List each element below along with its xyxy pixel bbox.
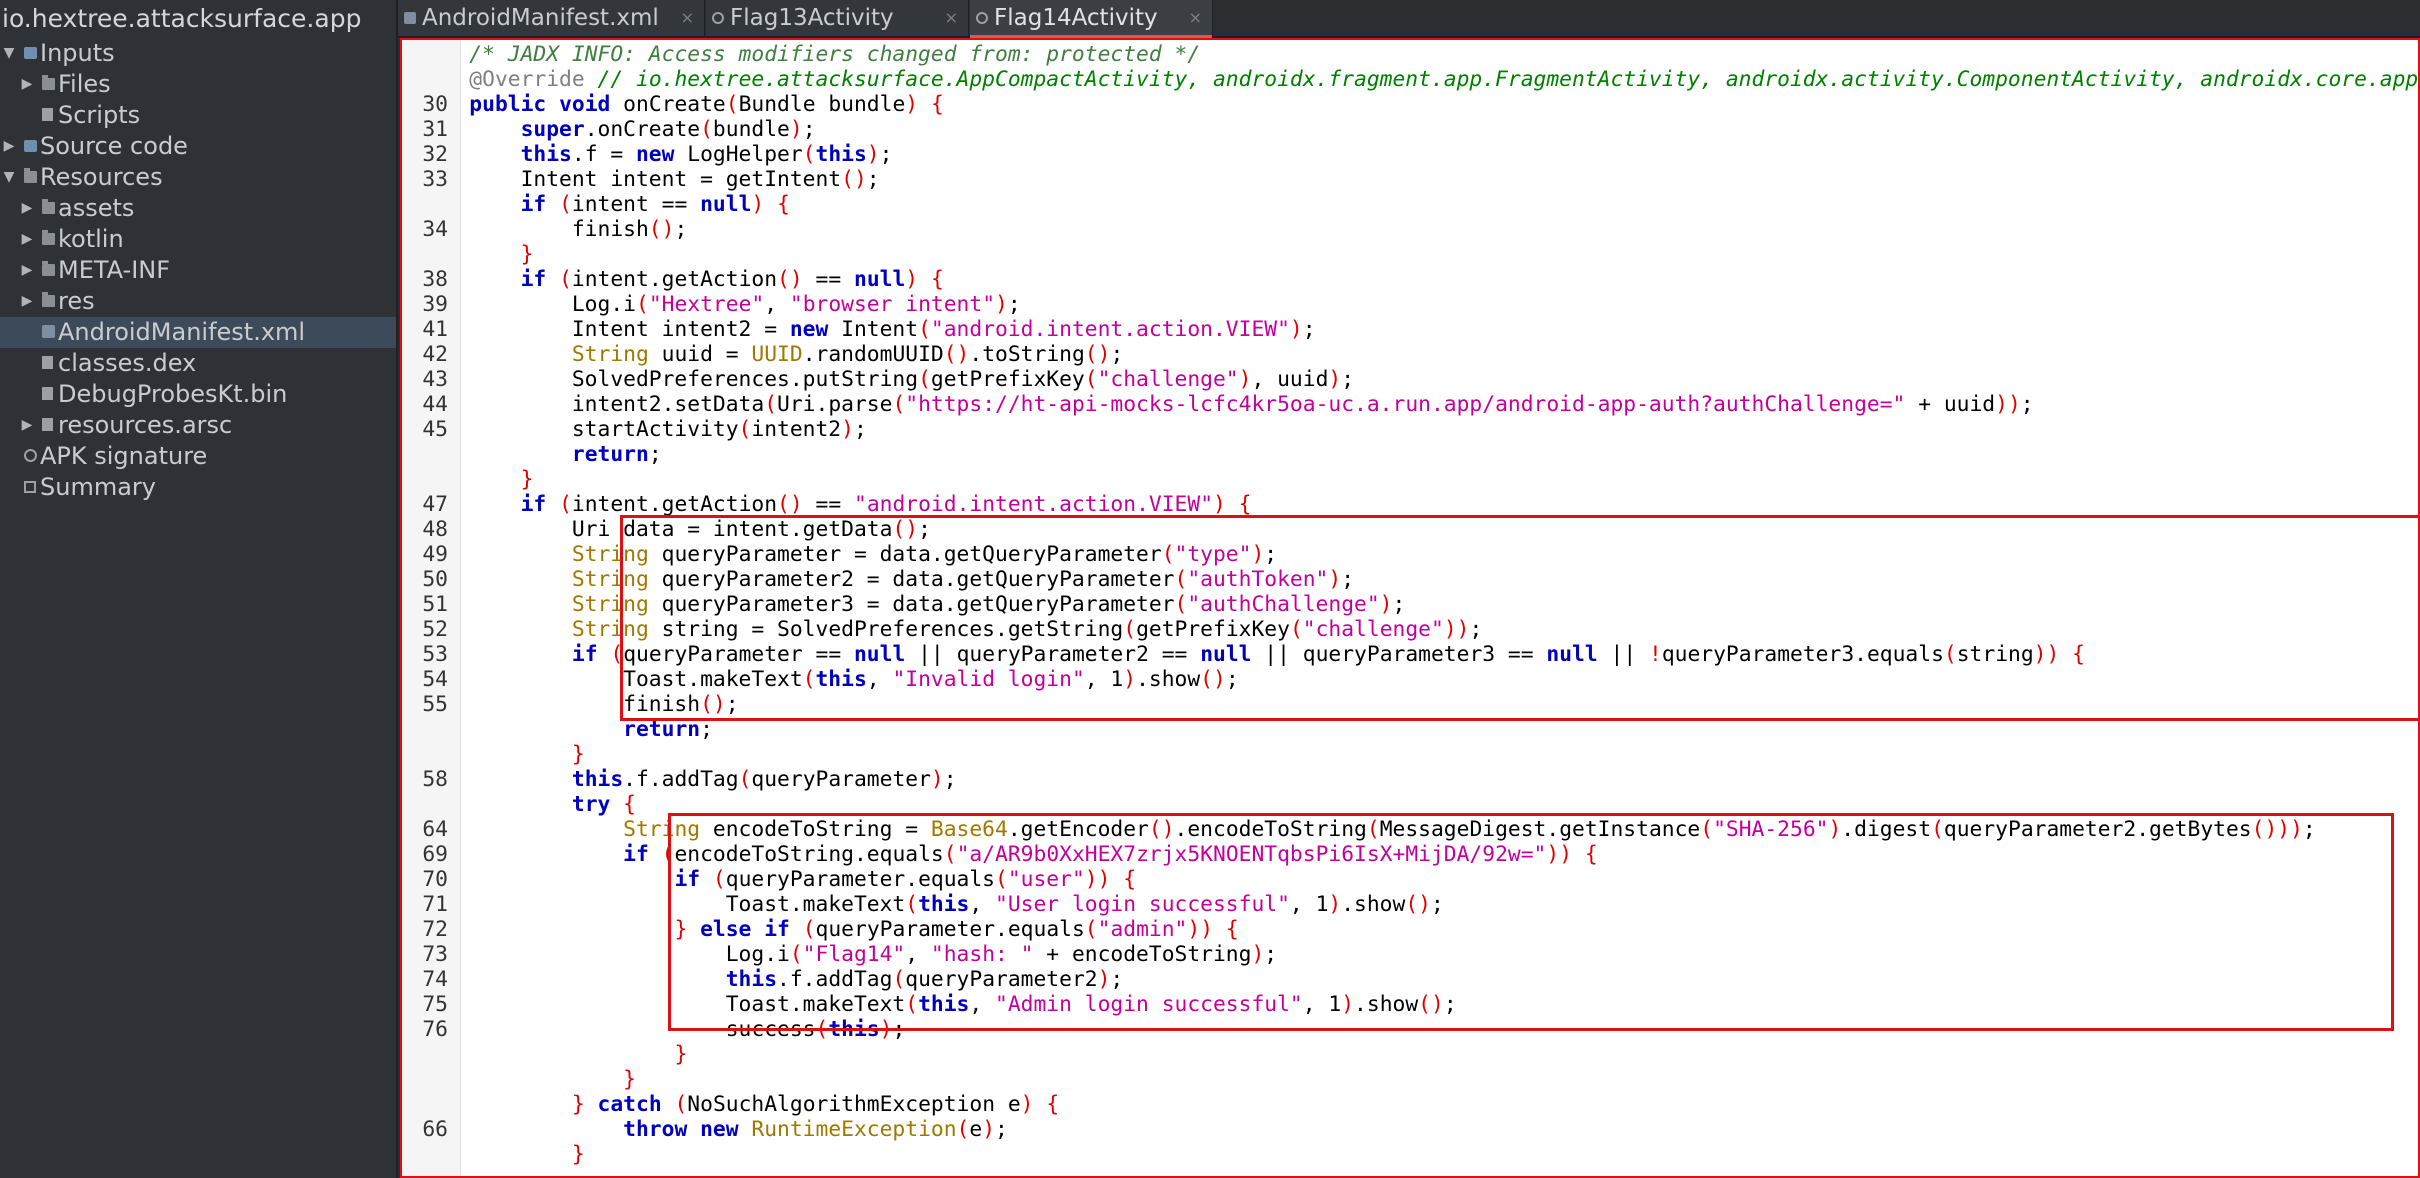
tree-item-label: Source code [40, 132, 188, 160]
project-tree: ▼ Inputs ▶ Files Scripts ▶ Source code ▼ Resourc… [0, 38, 396, 503]
file-icon [42, 108, 53, 121]
expand-arrow-icon[interactable]: ▼ [2, 162, 16, 193]
tree-item-classes-dex[interactable]: classes.dex [0, 348, 396, 379]
tree-item-label: APK signature [40, 442, 208, 470]
tree-item-res[interactable]: ▶ res [0, 286, 396, 317]
tree-item-resources[interactable]: ▼ Resources [0, 162, 396, 193]
tree-item-apk-signature[interactable]: APK signature [0, 441, 396, 472]
tree-item-inputs[interactable]: ▼ Inputs [0, 38, 396, 69]
project-tree-panel: io.hextree.attacksurface.app ▼ Inputs ▶ Fil… [0, 0, 398, 1178]
collapse-arrow-icon[interactable]: ▶ [20, 69, 34, 100]
collapse-arrow-icon[interactable]: ▶ [20, 286, 34, 317]
tree-item-resources-arsc[interactable]: ▶ resources.arsc [0, 410, 396, 441]
close-tab-icon[interactable]: × [1189, 0, 1202, 36]
tree-item-summary[interactable]: Summary [0, 472, 396, 503]
tree-item-label: assets [58, 194, 135, 222]
xml-icon [42, 325, 55, 338]
class-icon [976, 12, 988, 24]
tree-item-label: Scripts [58, 101, 141, 129]
file-icon [42, 387, 53, 400]
editor-frame [400, 38, 2420, 1178]
folder-icon [24, 168, 37, 183]
tree-item-label: Files [58, 70, 111, 98]
tree-item-kotlin[interactable]: ▶ kotlin [0, 224, 396, 255]
tree-item-label: DebugProbesKt.bin [58, 380, 288, 408]
tab-flag13activity[interactable]: Flag13Activity × [706, 0, 969, 36]
tab-label: AndroidManifest.xml [422, 5, 659, 31]
tree-item-label: kotlin [58, 225, 124, 253]
collapse-arrow-icon[interactable]: ▶ [20, 224, 34, 255]
file-icon [42, 418, 53, 431]
folder-icon [42, 292, 55, 307]
folder-icon [42, 230, 55, 245]
tree-item-label: classes.dex [58, 349, 197, 377]
tree-item-meta-inf[interactable]: ▶ META-INF [0, 255, 396, 286]
summary-icon [24, 481, 36, 493]
tree-item-label: META-INF [58, 256, 171, 284]
class-icon [712, 12, 724, 24]
tab-androidmanifest-xml[interactable]: AndroidManifest.xml × [398, 0, 705, 36]
folder-icon [42, 75, 55, 90]
signature-icon [24, 449, 37, 462]
tab-flag14activity[interactable]: Flag14Activity × [970, 0, 1213, 38]
tree-item-assets[interactable]: ▶ assets [0, 193, 396, 224]
xml-file-icon [404, 12, 416, 24]
folder-icon [42, 261, 55, 276]
tree-item-label: resources.arsc [58, 411, 233, 439]
file-icon [42, 356, 53, 369]
editor-tab-bar: AndroidManifest.xml × Flag13Activity × Flag1… [398, 0, 2420, 38]
tree-item-files[interactable]: ▶ Files [0, 69, 396, 100]
collapse-arrow-icon[interactable]: ▶ [20, 410, 34, 441]
expand-arrow-icon[interactable]: ▼ [2, 38, 16, 69]
tree-item-label: Resources [40, 163, 163, 191]
collapse-arrow-icon[interactable]: ▶ [20, 255, 34, 286]
tree-item-label: Inputs [40, 39, 115, 67]
tree-item-label: res [58, 287, 95, 315]
tab-label: Flag14Activity [994, 5, 1158, 31]
tree-item-androidmanifest-xml[interactable]: AndroidManifest.xml [0, 317, 396, 348]
inputs-icon [24, 47, 37, 59]
folder-icon [42, 199, 55, 214]
close-tab-icon[interactable]: × [681, 0, 694, 36]
tree-item-debugprobeskt-bin[interactable]: DebugProbesKt.bin [0, 379, 396, 410]
tree-item-source-code[interactable]: ▶ Source code [0, 131, 396, 162]
close-tab-icon[interactable]: × [945, 0, 958, 36]
project-title: io.hextree.attacksurface.app [0, 0, 396, 38]
tree-item-label: Summary [40, 473, 156, 501]
collapse-arrow-icon[interactable]: ▶ [2, 131, 16, 162]
tree-item-label: AndroidManifest.xml [58, 318, 306, 346]
tree-item-scripts[interactable]: Scripts [0, 100, 396, 131]
collapse-arrow-icon[interactable]: ▶ [20, 193, 34, 224]
tab-label: Flag13Activity [730, 5, 894, 31]
package-icon [24, 140, 37, 152]
